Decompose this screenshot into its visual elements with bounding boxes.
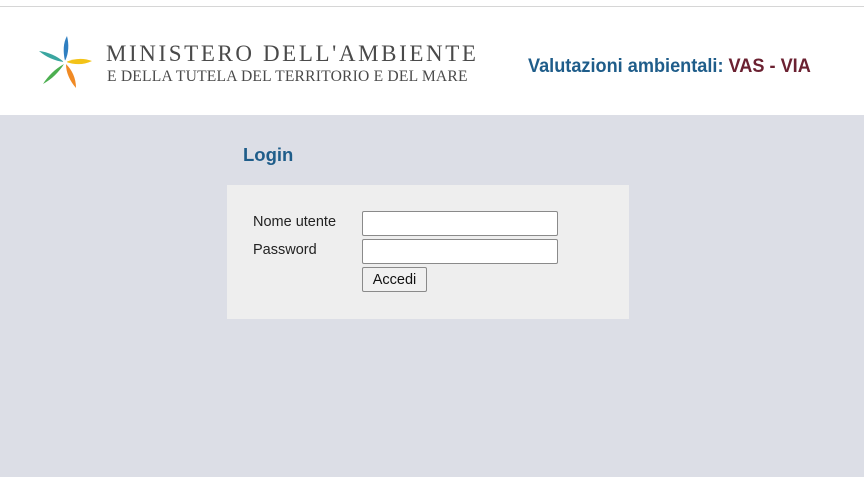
ministry-name-line2: E DELLA TUTELA DEL TERRITORIO E DEL MARE <box>107 68 468 85</box>
login-form: Nome utente Password Accedi <box>227 185 629 319</box>
login-heading: Login <box>243 144 294 165</box>
password-input[interactable] <box>362 239 558 264</box>
password-label: Password <box>253 242 317 258</box>
ministry-star-logo <box>39 36 92 88</box>
site-title-prefix: Valutazioni ambientali: <box>528 55 729 77</box>
site-title: Valutazioni ambientali: VAS - VIA <box>528 55 811 78</box>
top-rule <box>0 0 864 7</box>
login-submit-button[interactable]: Accedi <box>362 267 427 292</box>
site-header: MINISTERO DELL'AMBIENTE E DELLA TUTELA D… <box>0 7 864 115</box>
username-label: Nome utente <box>253 214 337 230</box>
username-input[interactable] <box>362 211 558 236</box>
site-title-accent: VAS - VIA <box>728 55 811 77</box>
ministry-name-line1: MINISTERO DELL'AMBIENTE <box>106 41 479 66</box>
